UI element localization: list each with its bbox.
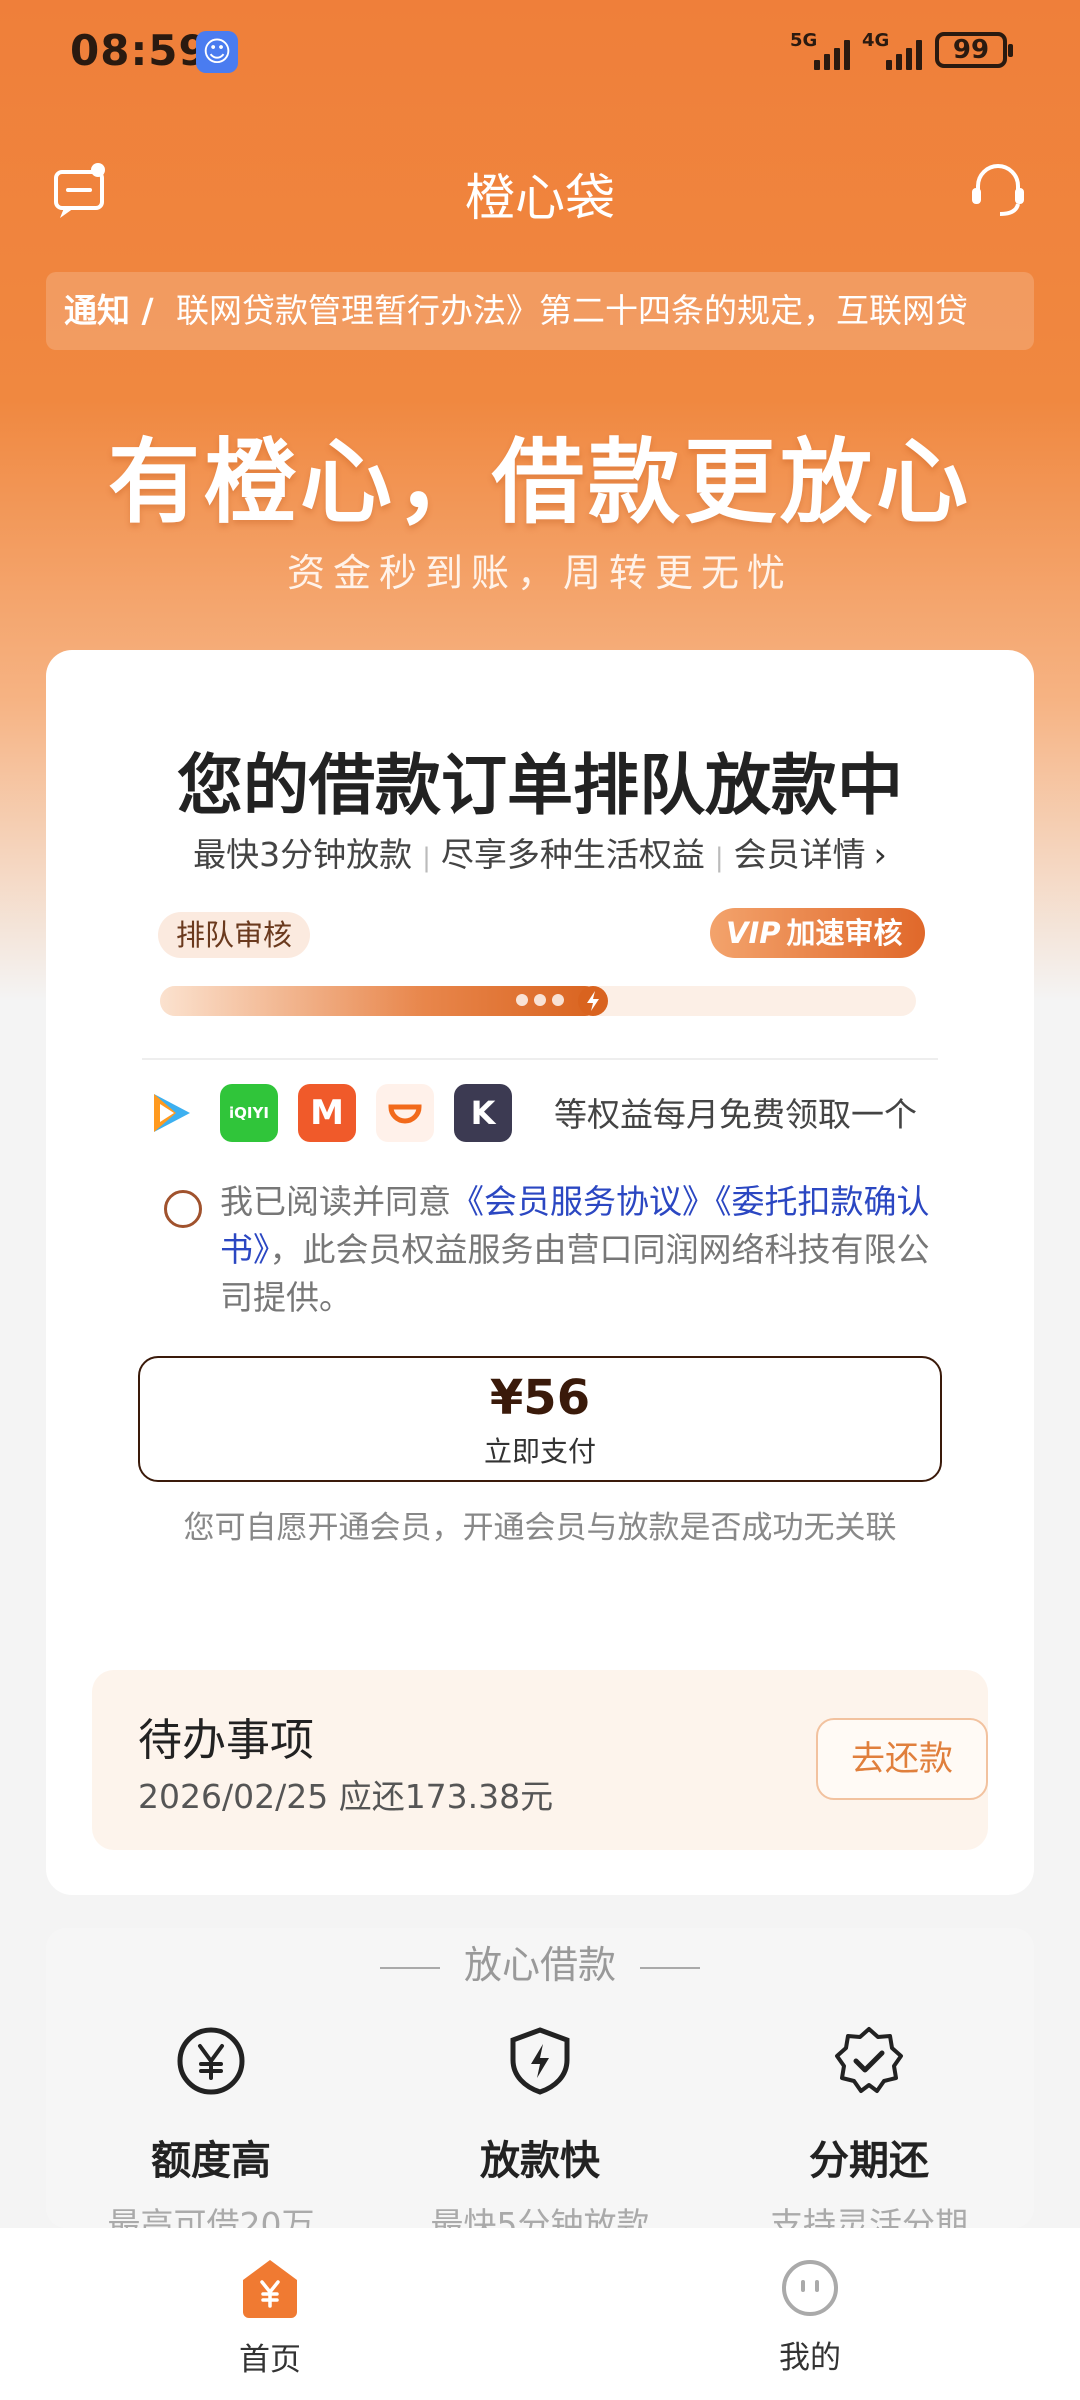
didi-icon — [376, 1084, 434, 1142]
loan-order-card: 您的借款订单排队放款中 最快3分钟放款 | 尽享多种生活权益 | 会员详情 › 排队审核 … — [46, 650, 1034, 1895]
app-notification-icon: ☺ — [196, 31, 238, 73]
battery-icon: 99 — [935, 32, 1013, 68]
queue-review-label: 排队审核 — [158, 912, 311, 958]
rocket-icon — [578, 986, 608, 1016]
pay-now-button[interactable]: ¥56 立即支付 — [138, 1356, 942, 1482]
yuan-circle-icon — [177, 2027, 245, 2095]
mango-tv-icon: M — [298, 1084, 356, 1142]
features-section: 放心借款 额度高 最高可借20万 放款快 最快5分钟放款 分期还 支持灵活分期 — [46, 1928, 1034, 2244]
todo-title: 待办事项 — [138, 1715, 314, 1766]
notice-bar[interactable]: 通知 / 联网贷款管理暂行办法》第二十四条的规定，互联网贷 — [46, 272, 1034, 350]
check-badge-icon — [835, 2027, 903, 2093]
feature-installment: 分期还 支持灵活分期 — [704, 2024, 1034, 2246]
pay-amount: ¥56 — [489, 1370, 591, 1426]
queue-progress-bar — [160, 986, 916, 1016]
order-status-title: 您的借款订单排队放款中 — [177, 747, 903, 824]
notice-text: 联网贷款管理暂行办法》第二十四条的规定，互联网贷 — [176, 291, 968, 330]
member-service-agreement-link[interactable]: 《会员服务协议》 — [451, 1182, 715, 1221]
todo-panel: 待办事项 2026/02/25 应还173.38元 去还款 — [92, 1670, 988, 1850]
notice-label: 通知 / — [64, 291, 154, 330]
repay-button[interactable]: 去还款 — [816, 1718, 988, 1800]
hero-subtitle: 资金秒到账，周转更无忧 — [286, 551, 793, 595]
status-bar: 08:59 ☺ 5G 4G 99 — [0, 0, 1080, 100]
agreement-text: 我已阅读并同意《会员服务协议》《委托扣款确认书》，此会员权益服务由营口同润网络科… — [220, 1182, 930, 1317]
perk-icons-row: iQIYI M K — [142, 1084, 512, 1142]
todo-detail: 2026/02/25 应还173.38元 — [138, 1777, 554, 1816]
divider — [142, 1058, 938, 1060]
status-time: 08:59 — [70, 26, 209, 75]
member-details-link[interactable]: 会员详情 — [734, 835, 866, 874]
benefit-perks: 尽享多种生活权益 — [440, 835, 705, 874]
feature-high-limit: 额度高 最高可借20万 — [46, 2024, 376, 2246]
tencent-video-icon — [142, 1084, 200, 1142]
bottom-tab-bar: 首页 我的 — [0, 2228, 1080, 2400]
vip-accelerate-badge[interactable]: VIP 加速审核 — [710, 908, 925, 958]
tab-home[interactable]: 首页 — [170, 2258, 370, 2379]
membership-disclaimer: 您可自愿开通会员，开通会员与放款是否成功无关联 — [183, 1510, 897, 1546]
hero-title: 有橙心，借款更放心 — [107, 429, 972, 536]
progress-dots — [516, 994, 564, 1006]
feature-fast-loan: 放款快 最快5分钟放款 — [375, 2024, 705, 2246]
perks-text: 等权益每月免费领取一个 — [554, 1095, 917, 1134]
home-icon — [243, 2260, 297, 2318]
agreement-checkbox[interactable] — [164, 1190, 202, 1228]
tab-mine[interactable]: 我的 — [710, 2258, 910, 2377]
pay-label: 立即支付 — [483, 1435, 596, 1468]
lightning-shield-icon — [510, 2027, 570, 2095]
profile-icon — [782, 2260, 838, 2316]
iqiyi-icon: iQIYI — [220, 1084, 278, 1142]
order-benefits-line: 最快3分钟放款 | 尽享多种生活权益 | 会员详情 › — [193, 835, 887, 874]
page-title: 橙心袋 — [465, 169, 615, 227]
keep-icon: K — [454, 1084, 512, 1142]
customer-service-icon[interactable] — [966, 158, 1030, 222]
benefit-fast: 最快3分钟放款 — [193, 835, 413, 874]
chevron-right-icon: › — [873, 835, 887, 874]
features-heading: 放心借款 — [46, 1934, 1034, 1989]
